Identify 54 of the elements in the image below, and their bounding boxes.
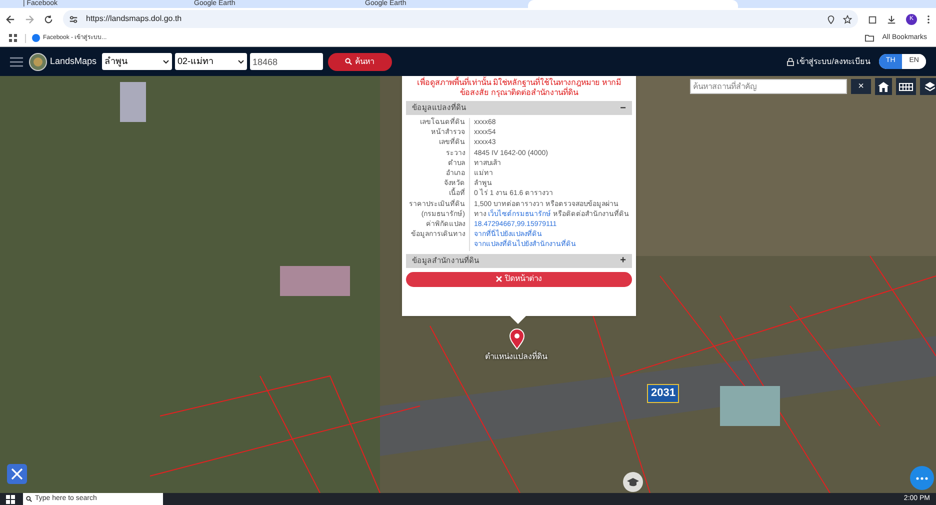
satellite-map[interactable] <box>0 76 936 493</box>
close-window-button[interactable]: ปิดหน้าต่าง <box>406 272 632 287</box>
search-icon <box>345 58 352 65</box>
emblem-icon <box>29 52 47 70</box>
place-search-field[interactable]: ค้นหาสถานที่สำคัญ <box>690 79 847 94</box>
chevron-icon <box>238 60 244 64</box>
windows-start-icon[interactable] <box>6 494 15 504</box>
extensions-icon[interactable] <box>868 14 877 24</box>
district-select[interactable]: 02-แม่ทา <box>174 53 247 70</box>
tools-icon <box>11 468 23 480</box>
url-text: https://landsmaps.dol.go.th <box>86 13 183 25</box>
login-link[interactable]: เข้าสู่ระบบ/ลงทะเบียน <box>796 56 870 68</box>
layers-button[interactable] <box>920 78 936 95</box>
back-icon[interactable] <box>6 14 15 24</box>
search-button[interactable]: ค้นหา <box>328 52 392 70</box>
layers-icon <box>925 82 935 92</box>
road-number-sign: 2031 <box>647 384 680 402</box>
parcel-number-field[interactable]: 18468 <box>250 53 323 70</box>
collapse-icon: − <box>620 100 626 116</box>
education-button[interactable] <box>623 472 643 492</box>
location-pin-icon <box>509 328 525 350</box>
building-roof <box>280 266 350 296</box>
chevron-icon <box>162 60 169 64</box>
menu-icon[interactable] <box>10 56 23 66</box>
star-icon <box>843 14 852 24</box>
site-settings-icon <box>69 14 78 24</box>
province-select[interactable]: ลำพูน <box>102 53 172 70</box>
chat-button[interactable] <box>910 466 934 490</box>
popup-pointer-icon <box>510 316 526 324</box>
download-icon[interactable] <box>887 14 896 24</box>
close-icon <box>496 276 502 282</box>
expand-icon: + <box>620 253 626 268</box>
building-roof <box>720 386 780 426</box>
reload-icon[interactable] <box>44 14 53 24</box>
grid-icon <box>899 82 913 90</box>
graduation-cap-icon <box>627 478 639 486</box>
brand-name: LandsMaps <box>50 54 97 68</box>
folder-icon <box>865 34 874 42</box>
facebook-icon <box>32 34 40 42</box>
apps-grid-icon[interactable] <box>9 34 17 42</box>
disclaimer-text: เพื่อดูสภาพพื้นที่เท่านั้น มิใช่หลักฐานที่ใช้ในทางกฎหมาย หากมีข้อสงสัย กรุณาติดต่อสำนักงานที่ดิน <box>416 76 622 98</box>
marker-label: ตำแหน่งแปลงที่ดิน <box>485 351 547 363</box>
tools-button[interactable] <box>7 464 27 484</box>
home-icon <box>878 82 889 92</box>
grid-button[interactable] <box>896 78 916 95</box>
more-icon <box>916 476 928 480</box>
search-icon <box>26 496 32 502</box>
address-bar[interactable]: https://landsmaps.dol.go.th <box>63 10 858 28</box>
menu-icon[interactable] <box>927 14 930 24</box>
lock-icon <box>786 58 794 66</box>
home-button[interactable] <box>875 78 892 95</box>
location-icon <box>827 14 835 24</box>
building-roof <box>120 82 146 122</box>
clear-button[interactable]: × <box>851 79 871 94</box>
